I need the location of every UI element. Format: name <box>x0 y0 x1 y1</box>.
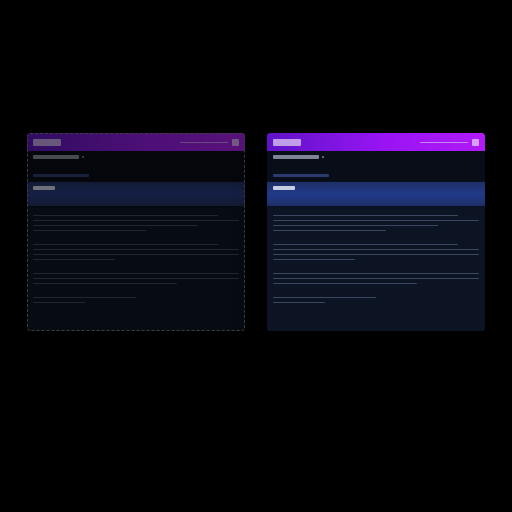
section-band <box>27 181 245 207</box>
content-line <box>33 225 198 226</box>
section-band <box>267 181 485 207</box>
content-line <box>273 254 479 255</box>
content-line <box>273 220 479 221</box>
content-line <box>273 225 438 226</box>
window-title <box>273 139 301 146</box>
content-line <box>273 230 386 231</box>
window-comparison <box>27 133 485 331</box>
section-label <box>33 186 55 190</box>
content-line <box>273 244 458 245</box>
titlebar-action[interactable] <box>180 142 228 143</box>
navbar <box>27 151 245 181</box>
nav-indicator-icon <box>322 156 324 158</box>
section-label <box>273 186 295 190</box>
content-line <box>273 249 479 250</box>
content-line <box>33 302 85 303</box>
window-title <box>33 139 61 146</box>
close-icon[interactable] <box>472 139 479 146</box>
content-line <box>33 249 239 250</box>
nav-primary-label[interactable] <box>273 155 319 159</box>
titlebar[interactable] <box>267 133 485 151</box>
content-line <box>33 297 136 298</box>
content-line <box>33 259 115 260</box>
titlebar-controls[interactable] <box>180 139 239 146</box>
content-line <box>33 283 177 284</box>
content-line <box>273 215 458 216</box>
content-area <box>267 207 485 331</box>
content-line <box>273 302 325 303</box>
titlebar[interactable] <box>27 133 245 151</box>
nav-indicator-icon <box>82 156 84 158</box>
content-line <box>33 254 239 255</box>
titlebar-controls[interactable] <box>420 139 479 146</box>
navbar <box>267 151 485 181</box>
content-line <box>33 215 218 216</box>
nav-secondary-label[interactable] <box>273 174 329 177</box>
content-line <box>33 230 146 231</box>
content-line <box>273 278 479 279</box>
titlebar-action[interactable] <box>420 142 468 143</box>
content-line <box>273 283 417 284</box>
window-inactive <box>27 133 245 331</box>
content-line <box>33 244 218 245</box>
content-area <box>27 207 245 331</box>
content-line <box>273 297 376 298</box>
nav-primary-label[interactable] <box>33 155 79 159</box>
content-line <box>273 259 355 260</box>
close-icon[interactable] <box>232 139 239 146</box>
content-line <box>33 278 239 279</box>
window-active <box>267 133 485 331</box>
content-line <box>33 273 239 274</box>
content-line <box>273 273 479 274</box>
nav-secondary-label[interactable] <box>33 174 89 177</box>
content-line <box>33 220 239 221</box>
